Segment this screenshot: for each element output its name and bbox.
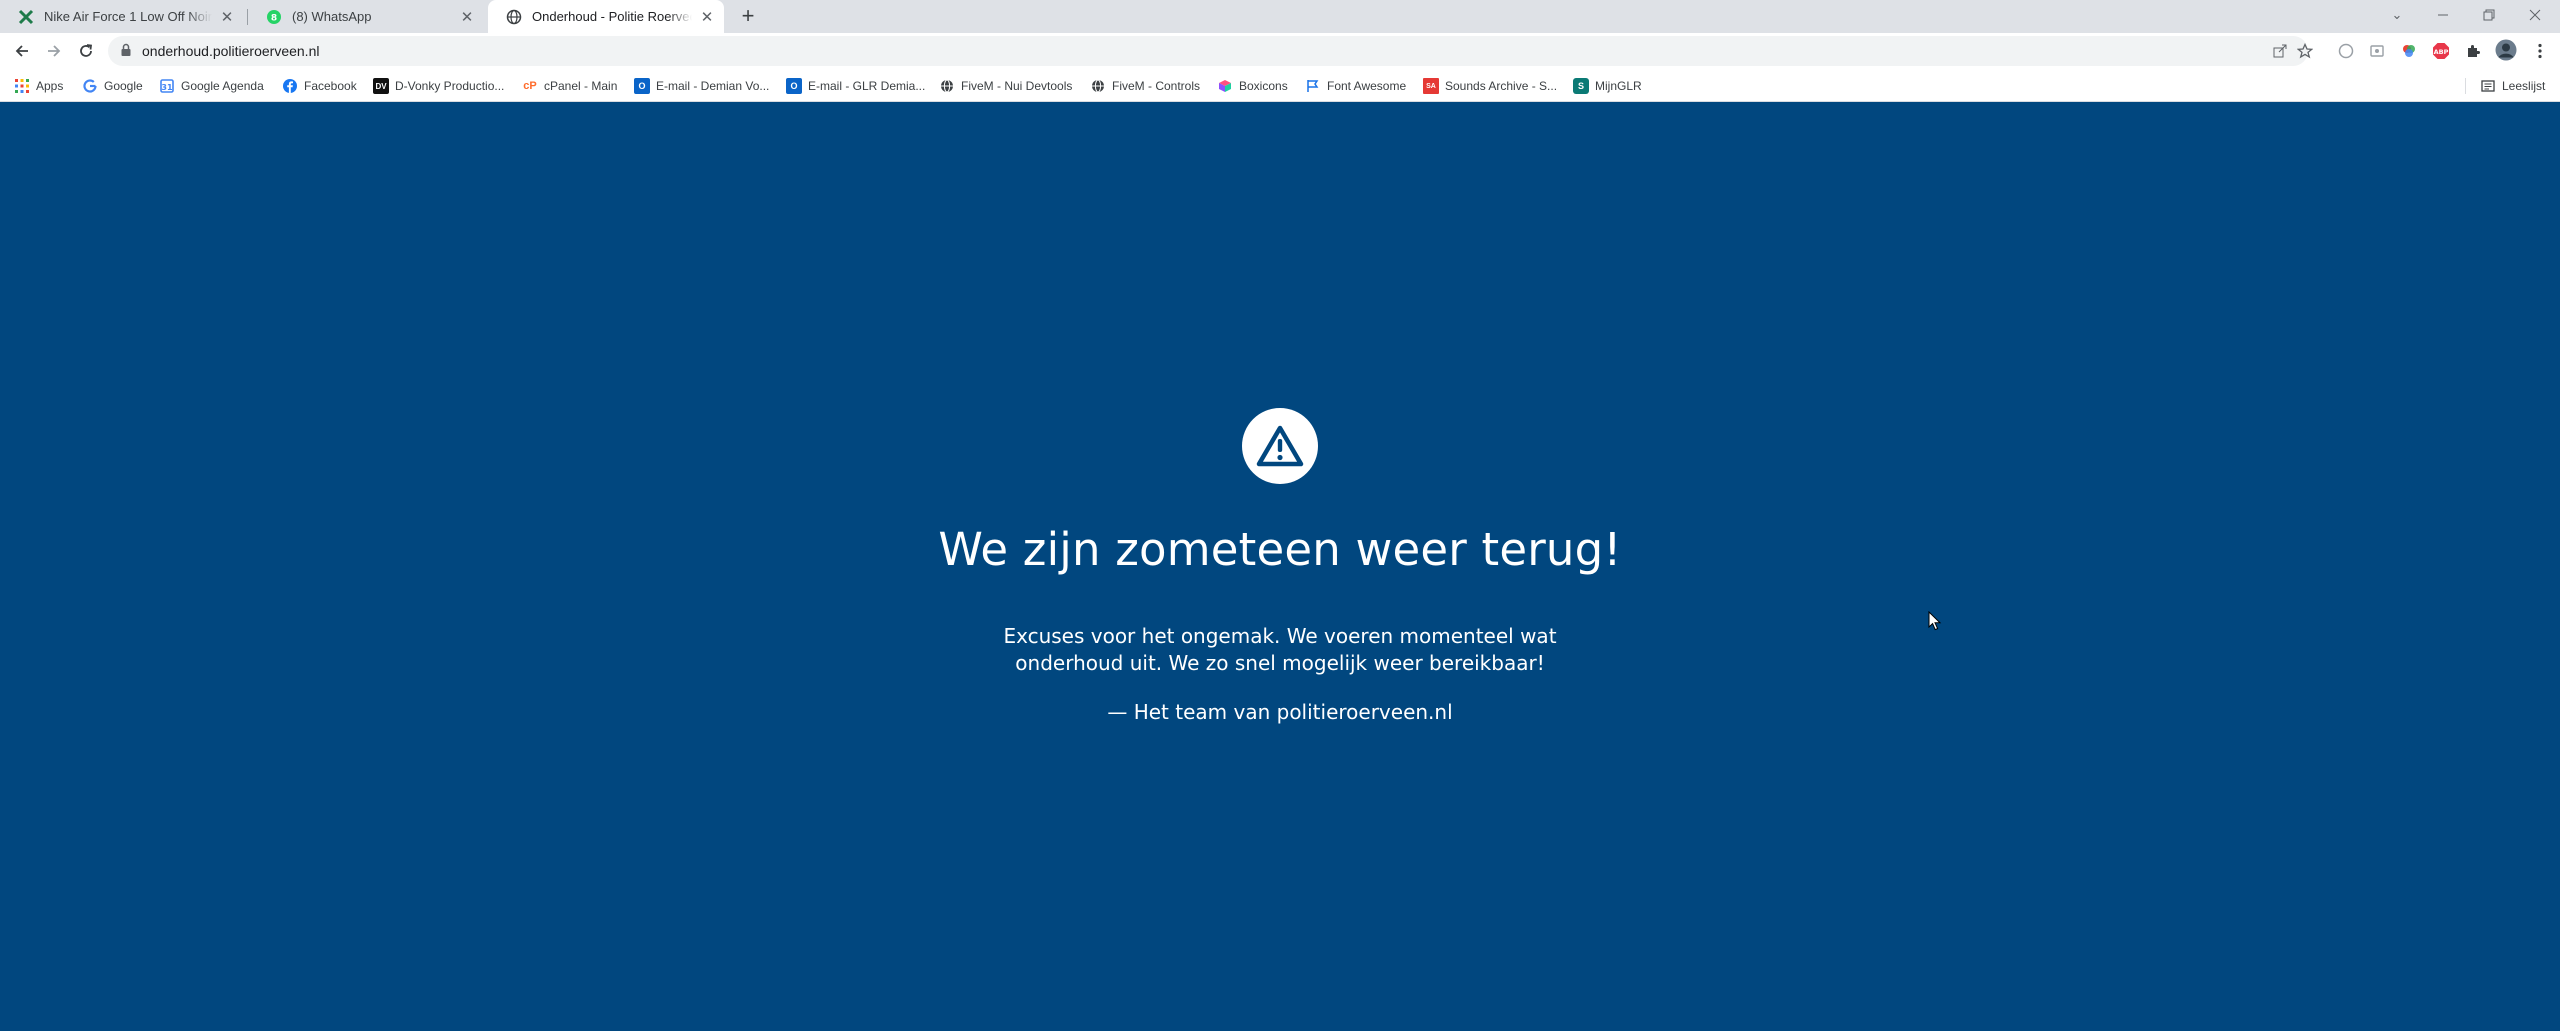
restore-icon[interactable] <box>2466 0 2512 30</box>
bookmark-email-demian[interactable]: O E-mail - Demian Vo... <box>634 77 769 95</box>
back-button[interactable] <box>8 37 36 65</box>
bookmark-dvonky[interactable]: DV D-Vonky Productio... <box>373 77 504 95</box>
google-icon <box>82 78 98 94</box>
bookmark-label: E-mail - GLR Demia... <box>808 79 926 93</box>
page-title: We zijn zometeen weer terug! <box>938 523 1622 576</box>
address-bar[interactable]: onderhoud.politieroerveen.nl <box>108 36 2308 66</box>
tab-title: (8) WhatsApp <box>292 9 372 24</box>
bookmark-google[interactable]: Google <box>82 77 143 95</box>
svg-text:ABP: ABP <box>2434 48 2449 56</box>
tab-title: Onderhoud - Politie Roerveen <box>532 9 692 24</box>
tab-nike[interactable]: Nike Air Force 1 Low Off Noir Da ✕ <box>0 0 244 33</box>
bookmark-label: Font Awesome <box>1327 79 1407 93</box>
mouse-cursor-icon <box>1928 610 1942 636</box>
outlook-icon: O <box>634 78 650 94</box>
arrow-left-icon <box>15 45 28 57</box>
screen-capture-icon[interactable] <box>2367 41 2387 61</box>
cpanel-icon: cP <box>523 80 537 92</box>
bookmark-label: cPanel - Main <box>544 79 618 93</box>
bookmark-fivem-controls[interactable]: FiveM - Controls <box>1090 77 1200 95</box>
bookmark-label: Sounds Archive - S... <box>1445 79 1558 93</box>
bookmark-label: Facebook <box>304 79 357 93</box>
nike-x-icon <box>18 9 34 25</box>
globe-icon <box>1090 78 1106 94</box>
reload-icon <box>80 44 93 57</box>
apps-grid-icon <box>14 78 30 94</box>
svg-text:31: 31 <box>161 83 173 92</box>
tab-whatsapp[interactable]: 8 (8) WhatsApp ✕ <box>248 0 484 33</box>
bookmark-fivem-nui[interactable]: FiveM - Nui Devtools <box>939 77 1072 95</box>
menu-kebab-icon[interactable] <box>2530 41 2550 61</box>
bookmark-boxicons[interactable]: Boxicons <box>1217 77 1288 95</box>
bookmarks-bar: Apps Google 31 Google Agenda Facebook DV… <box>0 70 2560 102</box>
bookmark-label: FiveM - Controls <box>1112 79 1201 93</box>
bookmark-email-glr[interactable]: O E-mail - GLR Demia... <box>786 77 925 95</box>
boxicons-icon <box>1217 78 1233 94</box>
url-text: onderhoud.politieroerveen.nl <box>142 43 320 59</box>
arrow-right-icon <box>48 45 61 57</box>
bookmark-font-awesome[interactable]: Font Awesome <box>1305 77 1406 95</box>
avatar[interactable] <box>2494 38 2518 62</box>
globe-icon <box>939 78 955 94</box>
adblock-icon[interactable]: ABP <box>2431 41 2451 61</box>
close-icon[interactable]: ✕ <box>458 8 476 26</box>
bookmark-label: Boxicons <box>1239 79 1288 93</box>
maintenance-page: We zijn zometeen weer terug! Excuses voo… <box>0 103 2560 1031</box>
extensions-icon[interactable] <box>2463 41 2483 61</box>
browser-toolbar: onderhoud.politieroerveen.nl ABP <box>0 33 2560 70</box>
facebook-icon <box>282 78 298 94</box>
reading-list-button[interactable]: Leeslijst <box>2480 77 2545 95</box>
maintenance-message: Excuses voor het ongemak. We voeren mome… <box>1003 624 1557 675</box>
bookmark-label: E-mail - Demian Vo... <box>656 79 770 93</box>
bookmark-facebook[interactable]: Facebook <box>282 77 357 95</box>
bookmark-apps[interactable]: Apps <box>14 77 63 95</box>
forward-button[interactable] <box>40 37 68 65</box>
bookmark-label: Apps <box>36 79 64 93</box>
close-icon[interactable]: ✕ <box>698 8 716 26</box>
bookmark-label: FiveM - Nui Devtools <box>961 79 1073 93</box>
close-window-icon[interactable] <box>2512 0 2558 30</box>
bookmark-mijnglr[interactable]: S MijnGLR <box>1573 77 1642 95</box>
github-icon[interactable] <box>2336 41 2356 61</box>
bookmark-label: MijnGLR <box>1595 79 1642 93</box>
minimize-icon[interactable] <box>2420 0 2466 30</box>
bookmark-label: Google <box>104 79 143 93</box>
lock-icon <box>120 43 132 62</box>
team-signature: — Het team van politieroerveen.nl <box>1107 700 1453 724</box>
outlook-icon: O <box>786 78 802 94</box>
svg-text:8: 8 <box>271 13 277 23</box>
flag-icon <box>1305 78 1321 94</box>
bookmark-sounds-archive[interactable]: SA Sounds Archive - S... <box>1423 77 1557 95</box>
new-tab-button[interactable]: + <box>736 5 760 29</box>
globe-icon <box>506 9 522 25</box>
dv-icon: DV <box>373 78 389 94</box>
star-icon[interactable] <box>2295 41 2315 61</box>
tab-title: Nike Air Force 1 Low Off Noir Da <box>44 9 212 24</box>
color-picker-icon[interactable] <box>2399 41 2419 61</box>
reload-button[interactable] <box>72 37 100 65</box>
close-icon[interactable]: ✕ <box>218 8 236 26</box>
tab-onderhoud[interactable]: Onderhoud - Politie Roerveen ✕ <box>488 0 724 33</box>
tab-search-icon[interactable]: ⌄ <box>2374 0 2420 30</box>
tab-strip: Nike Air Force 1 Low Off Noir Da ✕ 8 (8)… <box>0 0 2560 33</box>
bookmark-google-agenda[interactable]: 31 Google Agenda <box>159 77 264 95</box>
sounds-icon: SA <box>1423 78 1439 94</box>
reading-list-icon <box>2480 78 2496 94</box>
warning-icon <box>1242 408 1318 484</box>
calendar-icon: 31 <box>159 78 175 94</box>
bookmark-label: Google Agenda <box>181 79 264 93</box>
bookmark-cpanel[interactable]: cP cPanel - Main <box>522 77 617 95</box>
sharepoint-icon: S <box>1573 78 1589 94</box>
reading-list-label: Leeslijst <box>2502 79 2546 93</box>
bookmarks-divider <box>2465 78 2466 94</box>
whatsapp-icon: 8 <box>266 9 282 25</box>
bookmark-label: D-Vonky Productio... <box>395 79 505 93</box>
share-icon[interactable] <box>2270 41 2290 61</box>
